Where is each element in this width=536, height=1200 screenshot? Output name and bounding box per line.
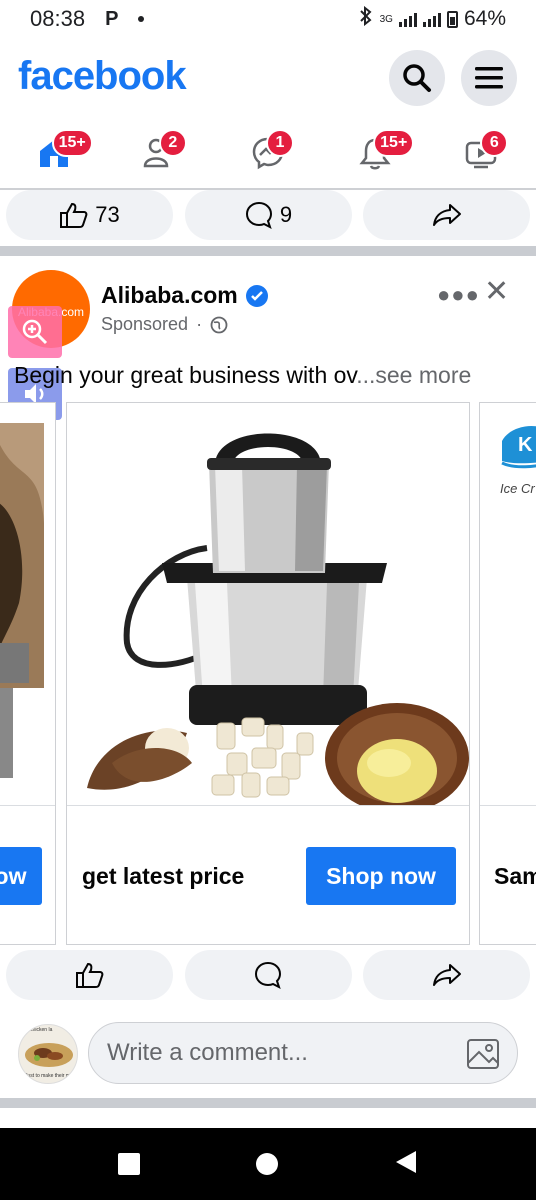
bluetooth-icon [358, 5, 374, 32]
network-type: 3G [379, 13, 393, 25]
card-image: K Ice Cr [480, 403, 536, 805]
carousel-card[interactable]: get latest price Shop now [66, 402, 470, 945]
facebook-logo[interactable]: facebook [18, 54, 187, 99]
brand-text: Ice Cr [500, 481, 535, 496]
home-button[interactable] [256, 1153, 278, 1175]
brand-logo-icon: K [501, 426, 536, 469]
nav-messenger[interactable]: 1 [238, 123, 298, 183]
top-nav: 15+ 2 1 15+ 6 [0, 118, 536, 188]
comment-composer: • chicken la Just to make their mouth w … [0, 1018, 536, 1090]
battery-level: 64% [463, 7, 506, 30]
share-icon [432, 964, 461, 986]
comment-icon [254, 961, 282, 989]
sponsored-label: Sponsored · [101, 314, 228, 335]
card-image [0, 403, 55, 805]
status-bar: 08:38 P 3G 64% [0, 0, 536, 38]
close-icon[interactable]: ✕ [484, 274, 509, 309]
verified-badge-icon [245, 284, 268, 307]
comment-button[interactable]: 9 [184, 190, 352, 240]
zoom-in-icon[interactable] [8, 306, 62, 358]
post-separator [0, 1098, 536, 1108]
card-divider [67, 805, 469, 806]
page-name-text: Alibaba.com [101, 282, 238, 308]
menu-icon [475, 67, 503, 89]
comment-input[interactable]: Write a comment... [88, 1022, 518, 1084]
like-button[interactable] [6, 950, 173, 1000]
signal-icon [398, 11, 417, 27]
card-cta-label: ow [0, 862, 27, 889]
back-button[interactable] [394, 1149, 418, 1180]
share-icon [432, 204, 461, 226]
shop-now-button[interactable]: Shop now [306, 847, 456, 905]
back-icon [396, 1150, 416, 1173]
card-image [67, 403, 469, 813]
search-icon [403, 64, 431, 92]
nav-notifications[interactable]: 15+ [345, 123, 415, 183]
like-button[interactable]: 73 [6, 190, 173, 240]
meta-separator: · [196, 314, 203, 334]
sponsored-text: Sponsored [101, 314, 189, 334]
nav-badge: 2 [158, 129, 187, 157]
card-divider [0, 805, 55, 806]
card-divider [480, 805, 536, 806]
nav-badge: 1 [265, 129, 294, 157]
app-header: facebook [0, 44, 536, 116]
thumbs-up-icon [60, 202, 88, 228]
nav-watch[interactable]: 6 [452, 123, 512, 183]
comment-button[interactable] [184, 950, 352, 1000]
photo-icon[interactable] [465, 1035, 503, 1073]
post-body: Begin your great business with ov [14, 362, 357, 388]
search-button[interactable] [389, 50, 445, 106]
comment-icon [245, 201, 272, 229]
screen: 08:38 P 3G 64% facebook 15+ 2 1 15+ 6 73… [0, 0, 536, 1200]
more-options-button[interactable]: ●●● [437, 282, 480, 308]
card-cta-label: Shop now [326, 862, 436, 889]
product-image [87, 433, 469, 813]
battery-icon [446, 10, 458, 28]
card-title: get latest price [82, 863, 245, 889]
signal-icon-2 [422, 11, 441, 27]
prev-post-actions: 73 9 [0, 190, 536, 240]
svg-text:K: K [518, 434, 533, 456]
share-button[interactable] [363, 950, 530, 1000]
avatar-caption: Just to make their mouth w [25, 1073, 73, 1079]
post-text: Begin your great business with ov...see … [14, 362, 471, 389]
nav-badge: 6 [480, 129, 509, 157]
recent-apps-button[interactable] [118, 1153, 140, 1175]
carousel-card[interactable]: K Ice Cr Sam [479, 402, 536, 945]
thumbs-up-icon [75, 962, 103, 988]
nav-badge: 15+ [373, 129, 415, 157]
globe-icon [210, 316, 228, 333]
carousel-card[interactable]: ow [0, 402, 56, 945]
nav-home[interactable]: 15+ [24, 123, 93, 183]
share-button[interactable] [363, 190, 530, 240]
like-count: 73 [95, 202, 120, 227]
system-nav-bar [0, 1128, 536, 1200]
notification-dot-icon [138, 16, 145, 22]
user-avatar[interactable]: • chicken la Just to make their mouth w [18, 1024, 78, 1084]
app-notification-icon: P [105, 7, 119, 30]
post-separator [0, 246, 536, 256]
post-header: Alibaba.com Alibaba.com Sponsored · ●●● … [0, 268, 536, 348]
card-cta-button[interactable]: ow [0, 847, 42, 905]
card-title: Sam [494, 863, 536, 889]
comment-placeholder: Write a comment... [107, 1039, 308, 1066]
nav-friends[interactable]: 2 [131, 123, 191, 183]
nav-badge: 15+ [51, 129, 93, 157]
see-more-link[interactable]: ...see more [356, 362, 471, 388]
post-actions [0, 950, 536, 1000]
comment-count: 9 [279, 202, 293, 227]
menu-button[interactable] [461, 50, 517, 106]
page-name[interactable]: Alibaba.com [101, 282, 268, 309]
status-time: 08:38 [30, 6, 86, 31]
